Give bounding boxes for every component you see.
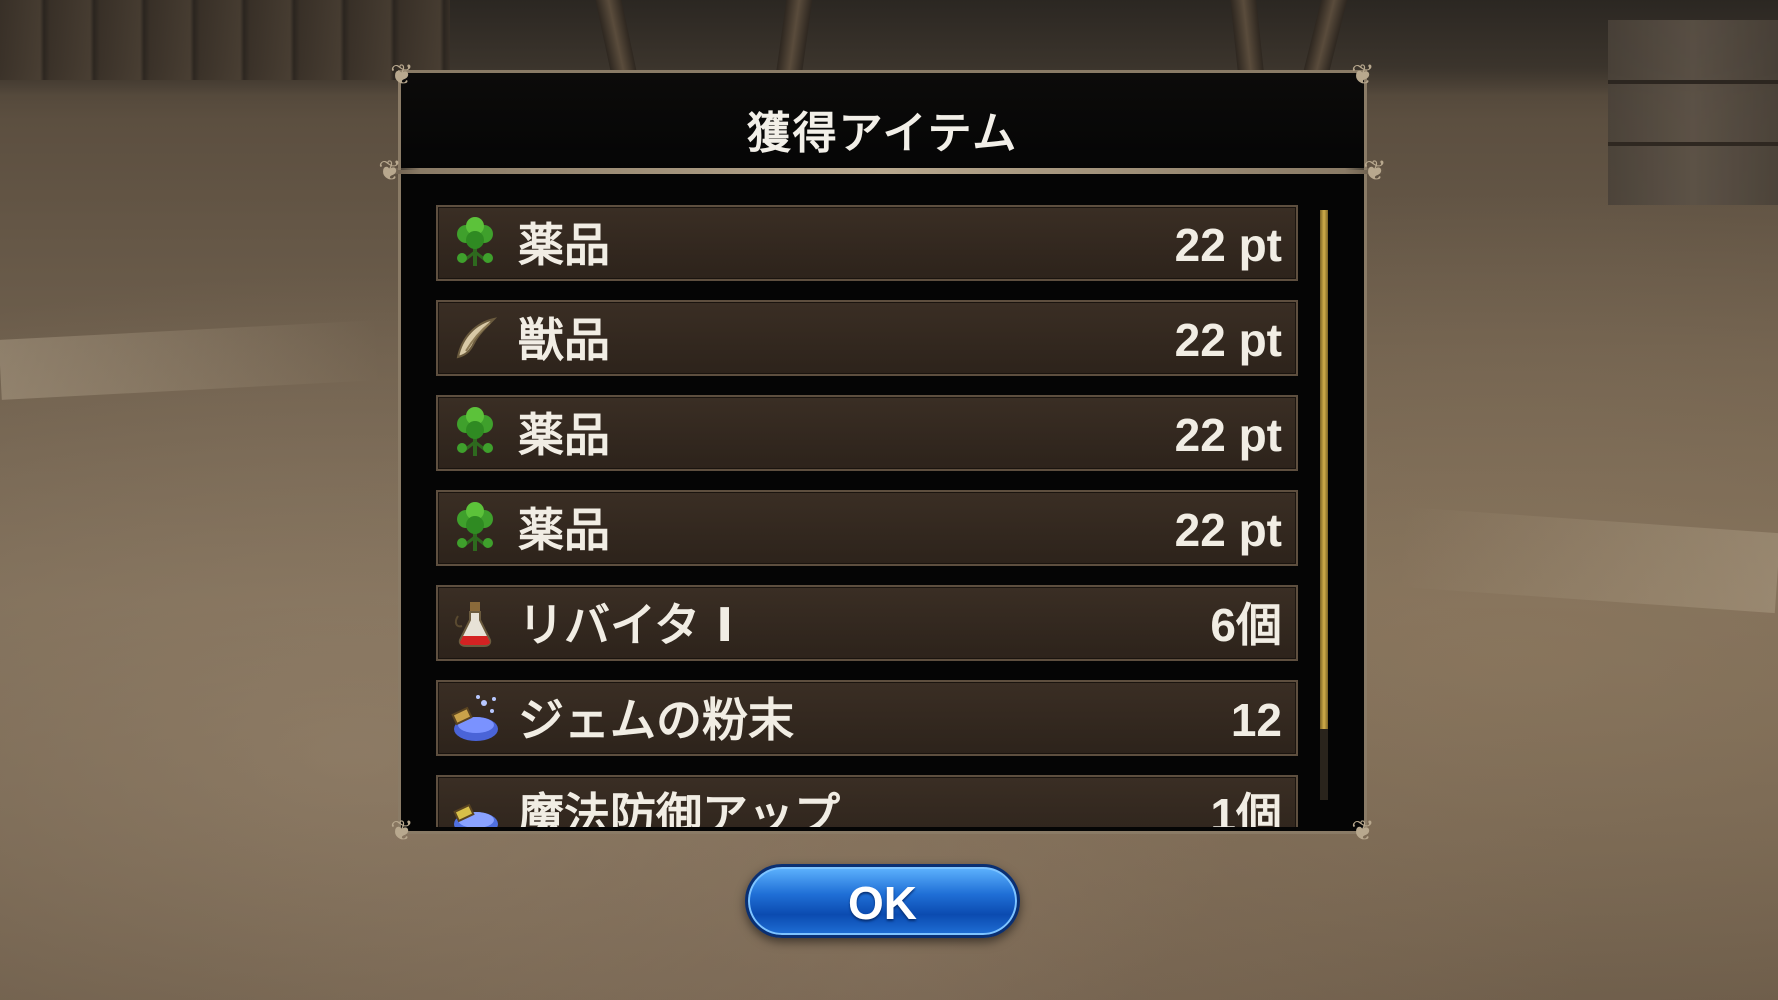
background-ground bbox=[0, 320, 382, 400]
item-name: 薬品 bbox=[518, 408, 610, 462]
item-quantity: 22 pt bbox=[1174, 409, 1282, 461]
scrollbar[interactable] bbox=[1320, 210, 1328, 800]
dialog-title: 獲得アイテム bbox=[746, 108, 1019, 159]
item-quantity: 6個 bbox=[1210, 599, 1282, 651]
scrollbar-thumb[interactable] bbox=[1320, 210, 1328, 729]
potion-icon bbox=[448, 596, 502, 650]
item-name: 薬品 bbox=[518, 503, 610, 557]
claw-icon bbox=[448, 311, 502, 365]
item-name: ジェムの粉末 bbox=[518, 693, 794, 747]
ok-button[interactable]: OK bbox=[745, 864, 1020, 938]
list-item[interactable]: 薬品 22 pt bbox=[436, 395, 1298, 471]
herb-icon bbox=[448, 216, 502, 270]
item-quantity: 22 pt bbox=[1174, 504, 1282, 556]
item-quantity: 22 pt bbox=[1174, 219, 1282, 271]
dialog-header: 獲得アイテム bbox=[398, 70, 1367, 170]
ornament-corner-icon: ❦ bbox=[390, 58, 414, 91]
list-item[interactable]: リバイタ I 6個 bbox=[436, 585, 1298, 661]
background-stone-wall bbox=[1608, 20, 1778, 205]
gem-powder-icon bbox=[448, 691, 502, 745]
magic-defense-icon bbox=[448, 786, 502, 827]
item-name: 薬品 bbox=[518, 218, 610, 272]
ornament-corner-icon: ❦ bbox=[378, 154, 402, 187]
list-item[interactable]: 薬品 22 pt bbox=[436, 205, 1298, 281]
herb-icon bbox=[448, 501, 502, 555]
background-ground bbox=[1397, 506, 1778, 614]
list-item[interactable]: 魔法防御アップ 1個 bbox=[436, 775, 1298, 827]
item-name: リバイタ I bbox=[518, 598, 734, 652]
ornament-corner-icon: ❦ bbox=[1351, 814, 1375, 847]
list-item[interactable]: 薬品 22 pt bbox=[436, 490, 1298, 566]
item-quantity: 22 pt bbox=[1174, 314, 1282, 366]
list-item[interactable]: ジェムの粉末 12 bbox=[436, 680, 1298, 756]
game-scene: 獲得アイテム ❦ ❦ ❦ ❦ ❦ ❦ 薬品 22 pt 獣品 22 pt 薬品 22 pt… bbox=[0, 0, 1778, 1000]
acquired-items-dialog: 獲得アイテム ❦ ❦ ❦ ❦ ❦ ❦ 薬品 22 pt 獣品 22 pt 薬品 22 pt… bbox=[378, 60, 1386, 846]
ok-button-label: OK bbox=[848, 877, 917, 929]
item-list-viewport: 薬品 22 pt 獣品 22 pt 薬品 22 pt 薬品 22 pt リバイタ I 6個ジェムの… bbox=[436, 205, 1298, 827]
ornament-corner-icon: ❦ bbox=[390, 814, 414, 847]
ornament-corner-icon: ❦ bbox=[1363, 154, 1387, 187]
list-item[interactable]: 獣品 22 pt bbox=[436, 300, 1298, 376]
item-name: 魔法防御アップ bbox=[518, 788, 840, 827]
item-quantity: 1個 bbox=[1210, 789, 1282, 827]
ornament-corner-icon: ❦ bbox=[1351, 58, 1375, 91]
item-list[interactable]: 薬品 22 pt 獣品 22 pt 薬品 22 pt 薬品 22 pt リバイタ I 6個ジェムの… bbox=[436, 205, 1298, 898]
herb-icon bbox=[448, 406, 502, 460]
item-quantity: 12 bbox=[1230, 694, 1282, 746]
item-name: 獣品 bbox=[518, 313, 610, 367]
